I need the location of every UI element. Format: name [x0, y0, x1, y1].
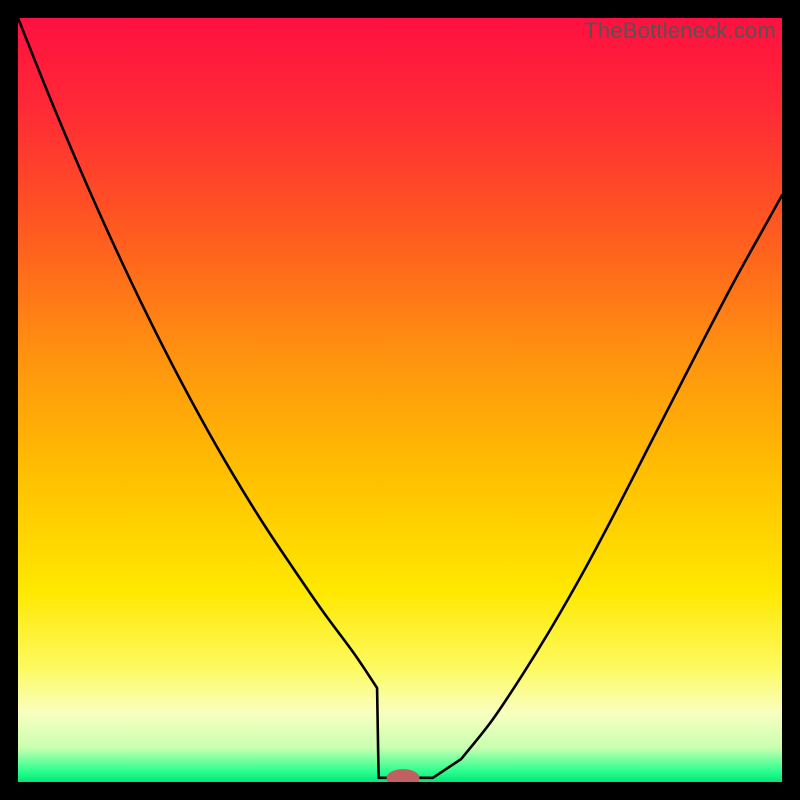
optimum-marker [387, 770, 419, 782]
chart-frame: TheBottleneck.com [0, 0, 800, 800]
plot-area: TheBottleneck.com [18, 18, 782, 782]
gradient-background [18, 18, 782, 782]
bottleneck-chart [18, 18, 782, 782]
